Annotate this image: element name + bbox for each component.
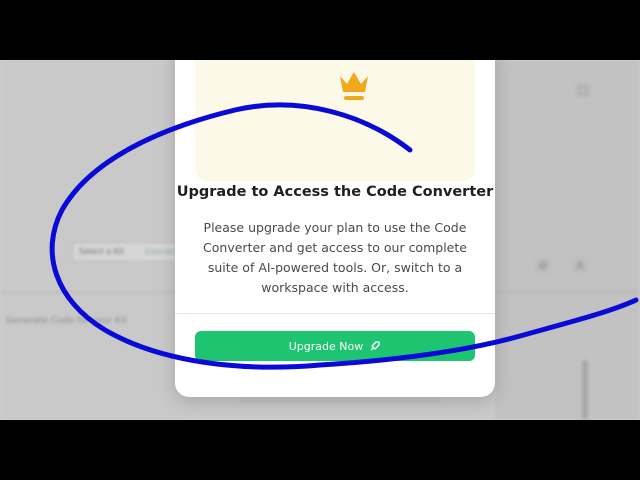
background-gear-icon: ⚙ [535, 258, 551, 274]
upgrade-button-label: Upgrade Now [288, 339, 364, 353]
background-copy-icon: ▢ [575, 82, 591, 98]
letterbox-bottom [0, 420, 640, 480]
background-divider [495, 292, 640, 293]
background-divider [0, 292, 175, 293]
background-font-icon: A [572, 258, 588, 274]
background-row-text: Generate Code for your Kit [6, 316, 128, 326]
background-text-line [240, 400, 440, 401]
rocket-icon [370, 341, 380, 351]
modal-title: Upgrade to Access the Code Converter [176, 184, 494, 200]
upgrade-now-button[interactable]: Upgrade Now [195, 331, 475, 361]
upgrade-modal: Upgrade to Access the Code Converter Ple… [175, 60, 495, 397]
letterbox-top [0, 0, 640, 60]
background-scrollbar [582, 360, 588, 420]
modal-description: Please upgrade your plan to use the Code… [203, 220, 467, 295]
modal-divider [175, 313, 495, 314]
background-kit-chip: Select a Kit Connected [72, 242, 188, 262]
crown-icon [340, 72, 368, 100]
background-side-card [495, 60, 640, 420]
modal-hero-banner [195, 60, 475, 181]
background-chip-text: Select a Kit [79, 247, 125, 256]
screen-viewport: Select a Kit Connected Generate Code for… [0, 60, 640, 420]
